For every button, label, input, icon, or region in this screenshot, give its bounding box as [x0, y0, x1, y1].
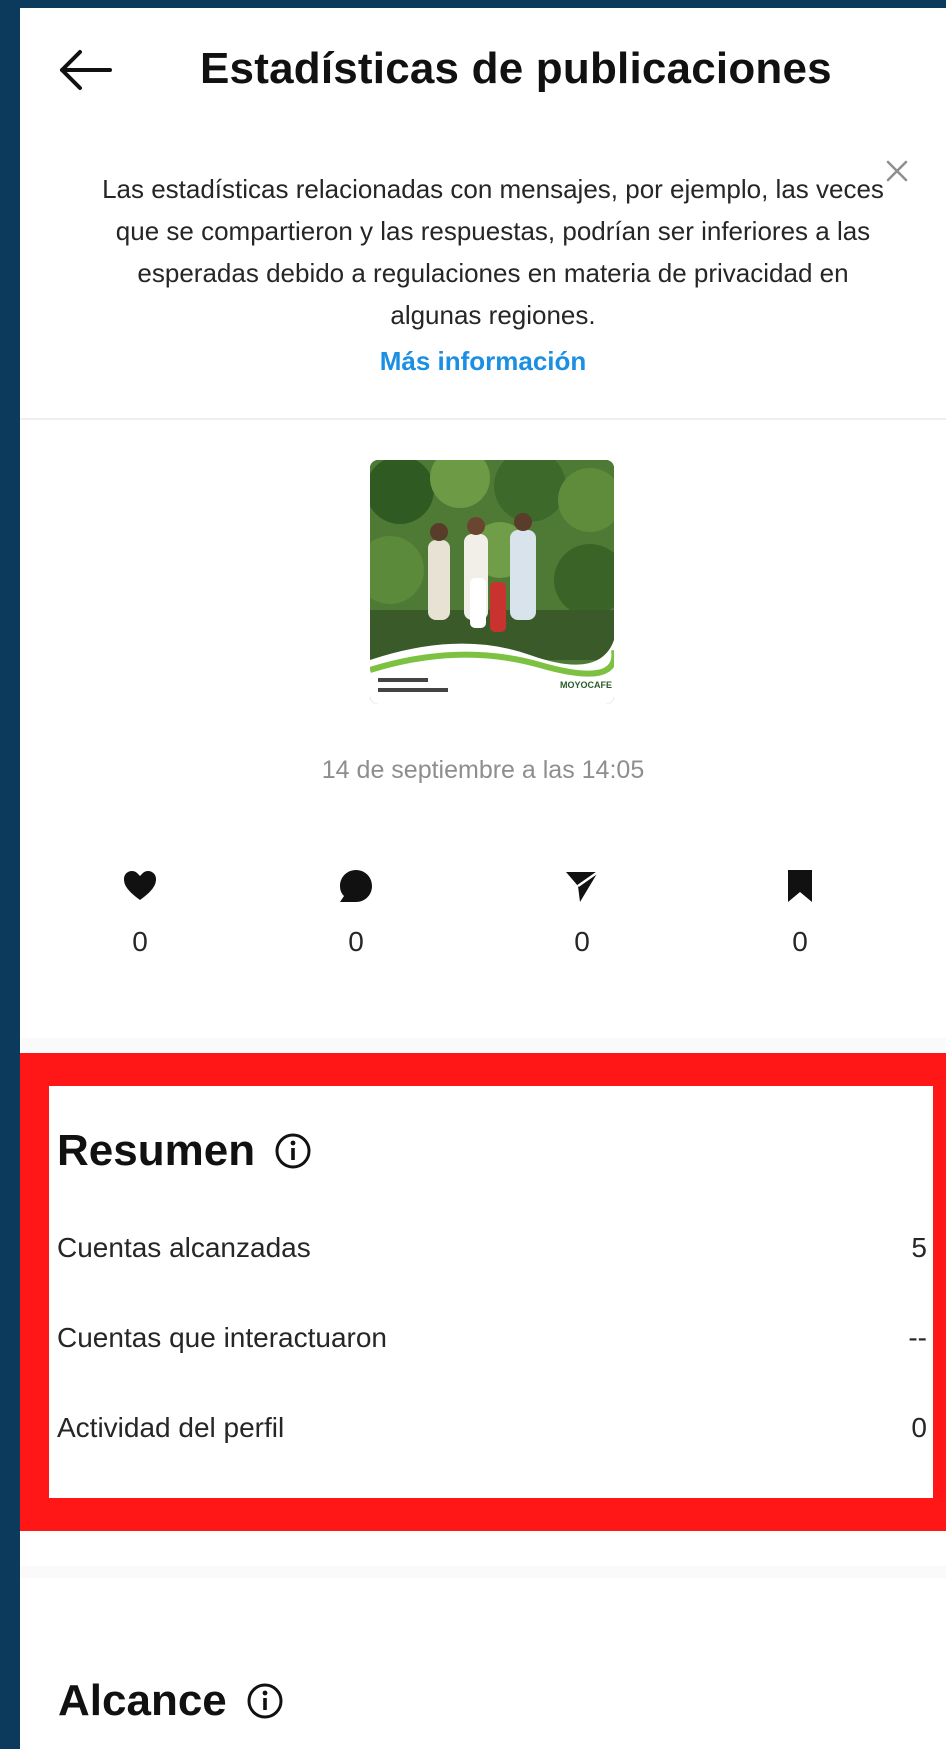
metric-value: -- — [908, 1322, 927, 1353]
comments-stat: 0 — [316, 868, 396, 958]
reach-heading: Alcance — [58, 1676, 285, 1726]
likes-count: 0 — [132, 926, 148, 957]
post-image: MOYOCAFE — [370, 460, 614, 704]
reach-info-button[interactable] — [245, 1681, 285, 1721]
arrow-left-icon — [60, 50, 112, 90]
section-divider — [20, 1566, 946, 1578]
likes-stat: 0 — [100, 868, 180, 958]
heart-icon — [124, 871, 156, 900]
bookmark-icon — [788, 870, 812, 902]
reach-title: Alcance — [58, 1676, 227, 1725]
privacy-notice: Las estadísticas relacionadas con mensaj… — [20, 146, 946, 420]
summary-heading: Resumen — [57, 1126, 313, 1176]
shares-count: 0 — [574, 926, 590, 957]
thumbnail-brand: MOYOCAFE — [560, 680, 612, 690]
close-icon — [886, 160, 908, 182]
post-date: 14 de septiembre a las 14:05 — [321, 756, 645, 784]
info-icon — [275, 1133, 311, 1169]
summary-highlight: Resumen Cuentas alcanzadas 5 Cuentas que… — [20, 1053, 946, 1531]
summary-section: Resumen Cuentas alcanzadas 5 Cuentas que… — [49, 1086, 933, 1498]
notice-text: Las estadísticas relacionadas con mensaj… — [102, 174, 884, 330]
metric-label: Actividad del perfil — [57, 1412, 285, 1443]
share-icon — [566, 870, 599, 902]
interaction-stats: 0 0 0 0 — [20, 868, 946, 978]
post-thumbnail[interactable]: MOYOCAFE — [370, 460, 614, 704]
comments-count: 0 — [348, 926, 364, 957]
section-divider — [20, 1038, 946, 1050]
summary-title: Resumen — [57, 1126, 256, 1175]
saves-stat: 0 — [760, 868, 840, 958]
metric-label: Cuentas alcanzadas — [57, 1232, 311, 1263]
metric-value: 0 — [911, 1412, 927, 1443]
app-screen: Estadísticas de publicaciones Las estadí… — [20, 8, 946, 1749]
shares-stat: 0 — [542, 868, 622, 958]
metric-label: Cuentas que interactuaron — [57, 1322, 387, 1353]
close-button[interactable] — [882, 156, 914, 188]
info-icon — [247, 1683, 283, 1719]
saves-count: 0 — [792, 926, 808, 957]
comment-icon — [340, 870, 372, 902]
summary-info-button[interactable] — [273, 1131, 313, 1171]
page-title: Estadísticas de publicaciones — [200, 44, 832, 93]
back-button[interactable] — [58, 48, 118, 104]
more-info-link[interactable]: Más información — [20, 346, 946, 377]
metric-value: 5 — [911, 1232, 927, 1263]
top-bar: Estadísticas de publicaciones — [20, 8, 946, 128]
